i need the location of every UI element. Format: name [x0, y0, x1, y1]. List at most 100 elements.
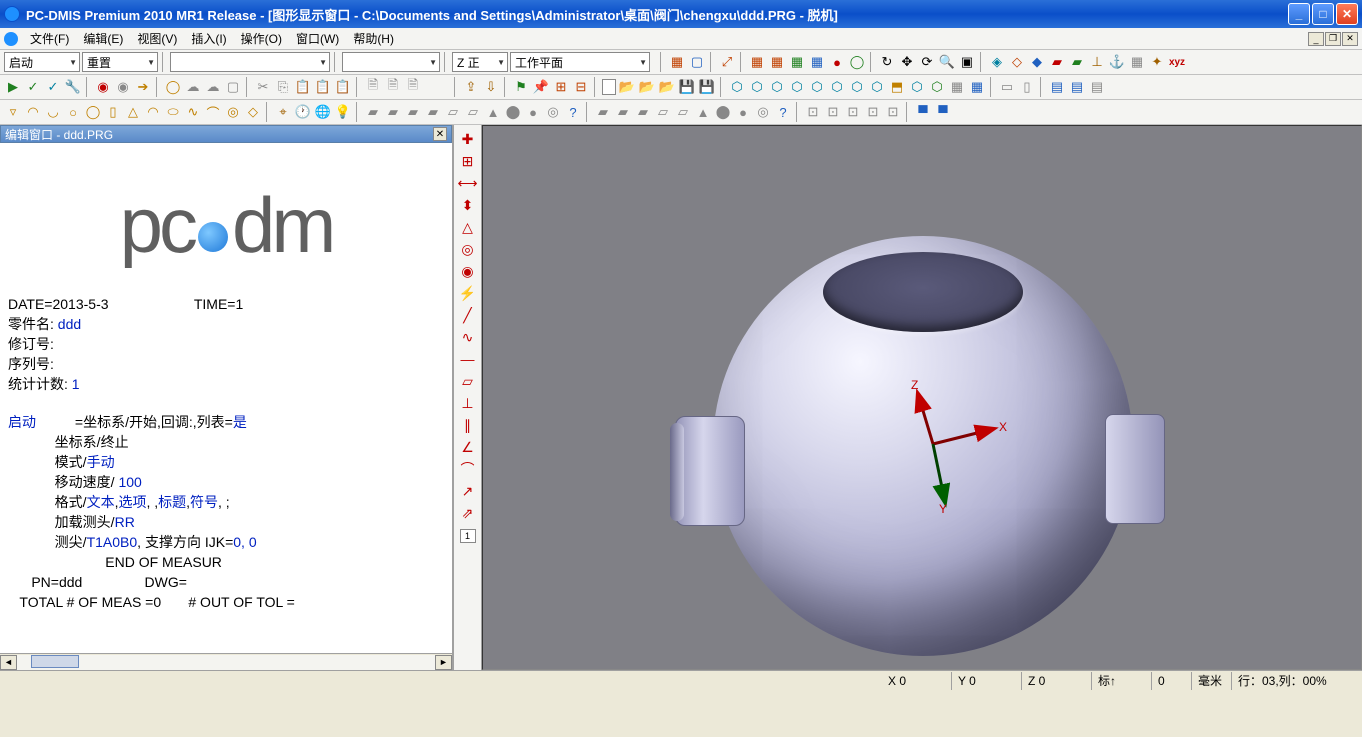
dim6-icon[interactable]: ▱	[464, 103, 482, 121]
view-single-icon[interactable]: ▢	[688, 53, 706, 71]
rotate-icon[interactable]: ↻	[878, 53, 896, 71]
vicon-bolt-icon[interactable]: ⚡	[457, 283, 479, 303]
dim1-icon[interactable]: ▰	[364, 103, 382, 121]
mode-dropdown[interactable]: 启动	[4, 52, 80, 72]
feat-cy-icon[interactable]: ▯	[104, 103, 122, 121]
view-layout-icon[interactable]: ▦	[668, 53, 686, 71]
reset-dropdown[interactable]: 重置	[82, 52, 158, 72]
doc2-icon[interactable]: 🗎	[384, 78, 402, 96]
shade-icon[interactable]: ◆	[1028, 53, 1046, 71]
feat-to-icon[interactable]: ◎	[224, 103, 242, 121]
mdi-minimize-button[interactable]: _	[1308, 32, 1324, 46]
box4-icon[interactable]: ⊡	[864, 103, 882, 121]
vicon-height-icon[interactable]: ⬍	[457, 195, 479, 215]
win1-icon[interactable]: ▭	[998, 78, 1016, 96]
target-gray-icon[interactable]: ◉	[114, 78, 132, 96]
save-icon[interactable]: 💾	[678, 78, 696, 96]
chat2-icon[interactable]: ☁	[204, 78, 222, 96]
vicon-cross-icon[interactable]: ✚	[457, 129, 479, 149]
workplane-dropdown[interactable]: 工作平面	[510, 52, 650, 72]
vicon-totrun-icon[interactable]: ⇗	[457, 503, 479, 523]
open3-icon[interactable]: 📂	[658, 78, 676, 96]
feat-el-icon[interactable]: ⬭	[164, 103, 182, 121]
probe-dropdown[interactable]	[170, 52, 330, 72]
scroll-thumb[interactable]	[31, 655, 79, 668]
open2-icon[interactable]: 📂	[638, 78, 656, 96]
edit-window-close-button[interactable]: ✕	[433, 127, 447, 141]
cube3-icon[interactable]: ⬡	[768, 78, 786, 96]
zoom-icon[interactable]: 🔍	[938, 53, 956, 71]
dim2-icon[interactable]: ▰	[384, 103, 402, 121]
palette1-icon[interactable]: ▦	[748, 53, 766, 71]
vicon-tri-icon[interactable]: △	[457, 217, 479, 237]
vicon-ang-icon[interactable]: ∠	[457, 437, 479, 457]
vicon-wave-icon[interactable]: ∿	[457, 327, 479, 347]
record-icon[interactable]: ●	[828, 53, 846, 71]
minimize-button[interactable]: _	[1288, 3, 1310, 25]
feat-sq-icon[interactable]: ◇	[244, 103, 262, 121]
box5-icon[interactable]: ⊡	[884, 103, 902, 121]
auto3-icon[interactable]: ▰	[634, 103, 652, 121]
qa-icon[interactable]: ?	[774, 103, 792, 121]
tool-misc-icon[interactable]: ✦	[1148, 53, 1166, 71]
cube6-icon[interactable]: ⬡	[828, 78, 846, 96]
feat-ci-icon[interactable]: ○	[64, 103, 82, 121]
menu-help[interactable]: 帮助(H)	[347, 28, 400, 49]
play-icon[interactable]: ▶	[4, 78, 22, 96]
edit-window-body[interactable]: pcdmDATE=2013-5-3 TIME=1 零件名: ddd 修订号: 序…	[0, 143, 452, 653]
grid-icon[interactable]: ▦	[1128, 53, 1146, 71]
surf2-icon[interactable]: ▀	[934, 103, 952, 121]
auto5-icon[interactable]: ▱	[674, 103, 692, 121]
box3-icon[interactable]: ⊡	[844, 103, 862, 121]
feat-sl-icon[interactable]: ◠	[144, 103, 162, 121]
cube1-icon[interactable]: ⬡	[728, 78, 746, 96]
feat-pl-icon[interactable]: ◡	[44, 103, 62, 121]
export-icon[interactable]: ⇪	[462, 78, 480, 96]
vtool-box-1[interactable]: 1	[460, 529, 476, 543]
dim5-icon[interactable]: ▱	[444, 103, 462, 121]
cube7-icon[interactable]: ⬡	[848, 78, 866, 96]
globe-icon[interactable]: 🌐	[314, 103, 332, 121]
scroll-right-button[interactable]: ►	[435, 655, 452, 670]
new-icon[interactable]	[602, 79, 616, 95]
cyl2-icon[interactable]: ⬤	[504, 103, 522, 121]
graphics-viewport[interactable]: X Z Y	[482, 125, 1362, 670]
palette4-icon[interactable]: ▦	[808, 53, 826, 71]
flag-icon[interactable]: ⚑	[512, 78, 530, 96]
auto4-icon[interactable]: ▱	[654, 103, 672, 121]
dim3-icon[interactable]: ▰	[404, 103, 422, 121]
vicon-slash-icon[interactable]: ╱	[457, 305, 479, 325]
zoom-window-icon[interactable]: ▣	[958, 53, 976, 71]
menu-insert[interactable]: 插入(I)	[185, 28, 232, 49]
anchor-icon[interactable]: ⚓	[1108, 53, 1126, 71]
color1-icon[interactable]: ▰	[1048, 53, 1066, 71]
chat-icon[interactable]: ☁	[184, 78, 202, 96]
vicon-dash-icon[interactable]: —	[457, 349, 479, 369]
rect-icon[interactable]: ▢	[224, 78, 242, 96]
move-icon[interactable]: ✥	[898, 53, 916, 71]
report2-icon[interactable]: ▤	[1068, 78, 1086, 96]
feat-co-icon[interactable]: △	[124, 103, 142, 121]
vicon-circ-icon[interactable]: ◉	[457, 261, 479, 281]
report3-icon[interactable]: ▤	[1088, 78, 1106, 96]
stop-icon[interactable]: ◯	[848, 53, 866, 71]
check2-icon[interactable]: ✓	[44, 78, 62, 96]
vicon-arc-icon[interactable]: ⌒	[457, 459, 479, 479]
cube8-icon[interactable]: ⬡	[868, 78, 886, 96]
import-icon[interactable]: ⇩	[482, 78, 500, 96]
bulb-icon[interactable]: 💡	[334, 103, 352, 121]
win2-icon[interactable]: ▯	[1018, 78, 1036, 96]
menu-edit[interactable]: 编辑(E)	[77, 28, 129, 49]
copy-icon[interactable]: ⎘	[274, 78, 292, 96]
color2-icon[interactable]: ▰	[1068, 53, 1086, 71]
report-icon[interactable]: ▤	[1048, 78, 1066, 96]
menu-operate[interactable]: 操作(O)	[235, 28, 288, 49]
auto6-icon[interactable]: ▲	[694, 103, 712, 121]
palette2-icon[interactable]: ▦	[768, 53, 786, 71]
menu-view[interactable]: 视图(V)	[131, 28, 183, 49]
cal-icon[interactable]: ⌖	[274, 103, 292, 121]
feat-cu-icon[interactable]: ∿	[184, 103, 202, 121]
cone2-icon[interactable]: ▲	[484, 103, 502, 121]
pin-icon[interactable]: 📌	[532, 78, 550, 96]
target-red-icon[interactable]: ◉	[94, 78, 112, 96]
